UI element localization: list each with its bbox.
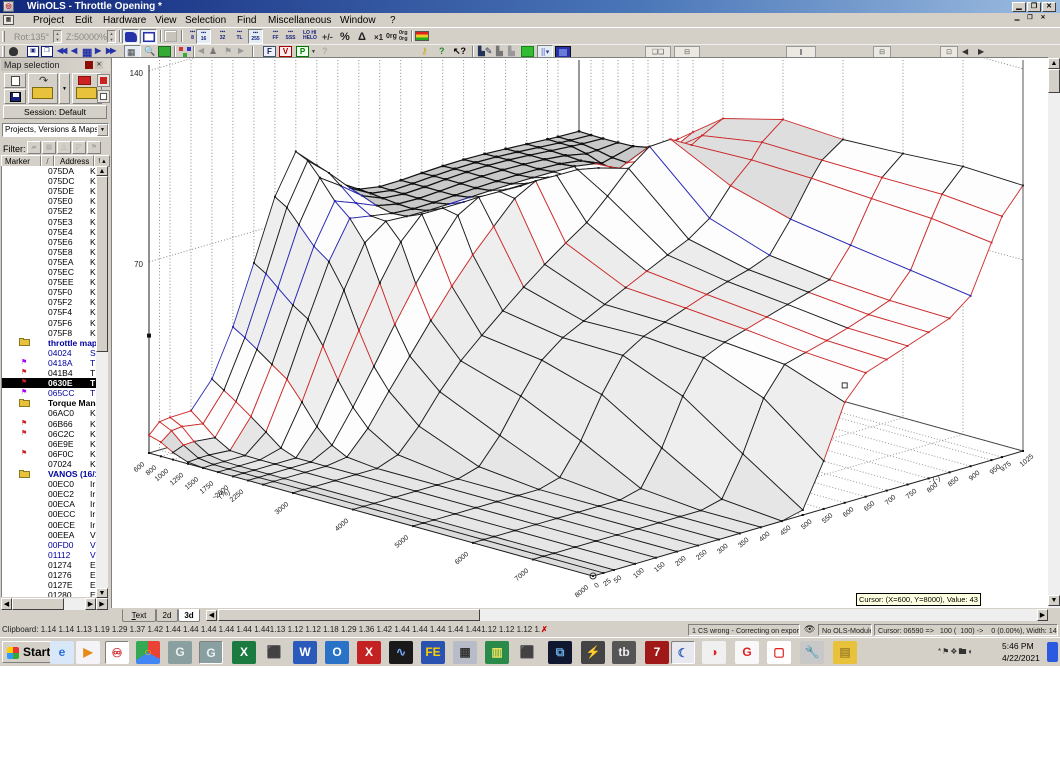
svg-text:850: 850 (947, 476, 961, 489)
svg-text:700: 700 (884, 494, 898, 507)
svg-text:4000: 4000 (334, 518, 351, 533)
svg-text:0: 0 (593, 582, 601, 590)
svg-text:450: 450 (779, 524, 793, 537)
svg-text:25: 25 (602, 578, 613, 588)
svg-text:300: 300 (716, 543, 730, 556)
svg-text:3000: 3000 (274, 501, 291, 516)
svg-text:500: 500 (800, 518, 814, 531)
svg-text:8000: 8000 (574, 584, 591, 599)
svg-text:400: 400 (758, 531, 772, 544)
svg-text:900: 900 (968, 470, 982, 483)
svg-text:5000: 5000 (394, 534, 411, 549)
svg-text:1500: 1500 (184, 476, 201, 491)
svg-text:975: 975 (999, 460, 1013, 473)
svg-text:650: 650 (863, 500, 877, 513)
svg-text:1025: 1025 (1019, 453, 1036, 468)
svg-text:150: 150 (653, 561, 667, 574)
svg-text:1250: 1250 (169, 472, 186, 487)
svg-text:350: 350 (737, 537, 751, 550)
svg-text:140: 140 (130, 69, 144, 78)
svg-text:100: 100 (632, 567, 646, 580)
svg-text:200: 200 (674, 555, 688, 568)
svg-text:70: 70 (134, 260, 143, 269)
svg-text:50: 50 (613, 575, 624, 585)
svg-text:6000: 6000 (454, 551, 471, 566)
svg-text:600: 600 (842, 506, 856, 519)
svg-text:250: 250 (695, 549, 709, 562)
svg-text:550: 550 (821, 512, 835, 525)
svg-text:7000: 7000 (514, 568, 531, 583)
svg-text:2250: 2250 (229, 489, 246, 504)
svg-text:750: 750 (905, 488, 919, 501)
